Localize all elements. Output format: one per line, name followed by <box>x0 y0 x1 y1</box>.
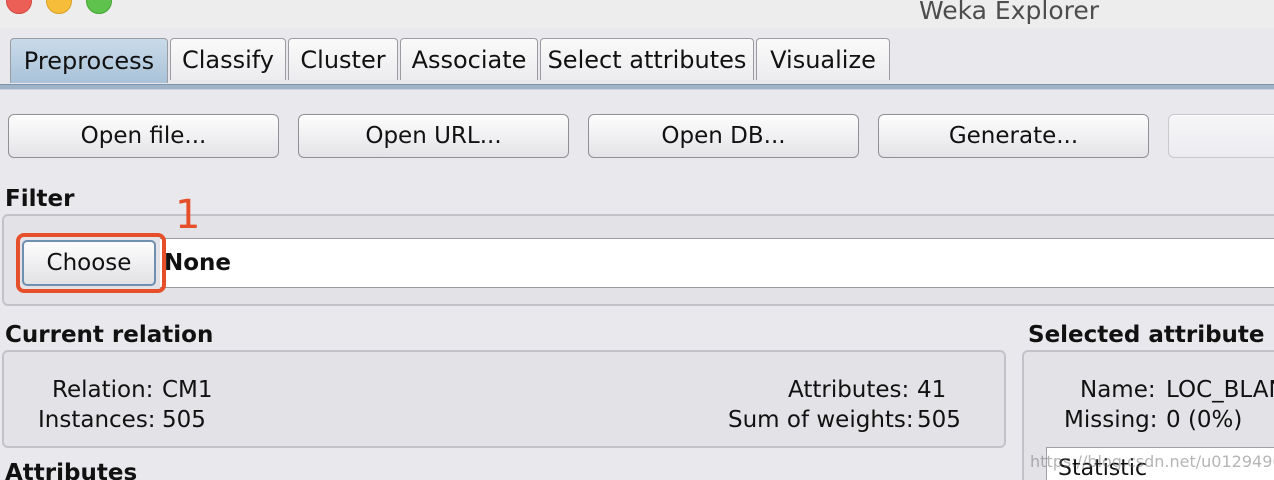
close-window-button[interactable] <box>6 0 32 14</box>
tab-select-attributes[interactable]: Select attributes <box>540 38 754 80</box>
title-bar: Weka Explorer <box>0 0 1274 28</box>
window-title: Weka Explorer <box>918 0 1099 25</box>
annotation-number: 1 <box>175 192 201 238</box>
instances-value: 505 <box>162 407 206 433</box>
attr-missing-label: Missing: <box>1064 407 1158 433</box>
filter-value-field[interactable]: None <box>160 238 1274 288</box>
generate-button[interactable]: Generate... <box>878 114 1149 158</box>
sum-weights-label: Sum of weights: <box>728 407 914 433</box>
undo-button-partial[interactable] <box>1168 114 1274 158</box>
attr-name-label: Name: <box>1080 377 1156 403</box>
tab-associate[interactable]: Associate <box>400 38 538 80</box>
selected-attribute-label: Selected attribute <box>1028 322 1265 348</box>
open-url-button[interactable]: Open URL... <box>298 114 569 158</box>
current-relation-label: Current relation <box>5 322 214 348</box>
minimize-window-button[interactable] <box>46 0 72 14</box>
open-file-button[interactable]: Open file... <box>8 114 279 158</box>
tab-visualize[interactable]: Visualize <box>756 38 890 80</box>
relation-value: CM1 <box>162 377 213 403</box>
attributes-count-value: 41 <box>917 377 947 403</box>
instances-label: Instances: <box>38 407 156 433</box>
annotation-highlight-box <box>16 233 166 293</box>
watermark-text: https://blog.csdn.net/u012949658 <box>1030 452 1274 471</box>
tab-underline <box>0 84 1274 90</box>
sum-weights-value: 505 <box>917 407 961 433</box>
open-db-button[interactable]: Open DB... <box>588 114 859 158</box>
attributes-count-label: Attributes: <box>788 377 910 403</box>
tab-classify[interactable]: Classify <box>170 38 286 80</box>
tab-bar: Preprocess Classify Cluster Associate Se… <box>10 38 892 84</box>
zoom-window-button[interactable] <box>86 0 112 14</box>
tab-cluster[interactable]: Cluster <box>288 38 398 80</box>
attributes-section-label: Attributes <box>5 460 138 480</box>
filter-section-label: Filter <box>5 186 75 212</box>
weka-explorer-window: Weka Explorer Preprocess Classify Cluste… <box>0 0 1274 480</box>
tab-preprocess[interactable]: Preprocess <box>10 38 168 83</box>
attr-missing-value: 0 (0%) <box>1166 407 1243 433</box>
relation-label: Relation: <box>52 377 154 403</box>
attr-name-value: LOC_BLAN <box>1166 377 1274 403</box>
